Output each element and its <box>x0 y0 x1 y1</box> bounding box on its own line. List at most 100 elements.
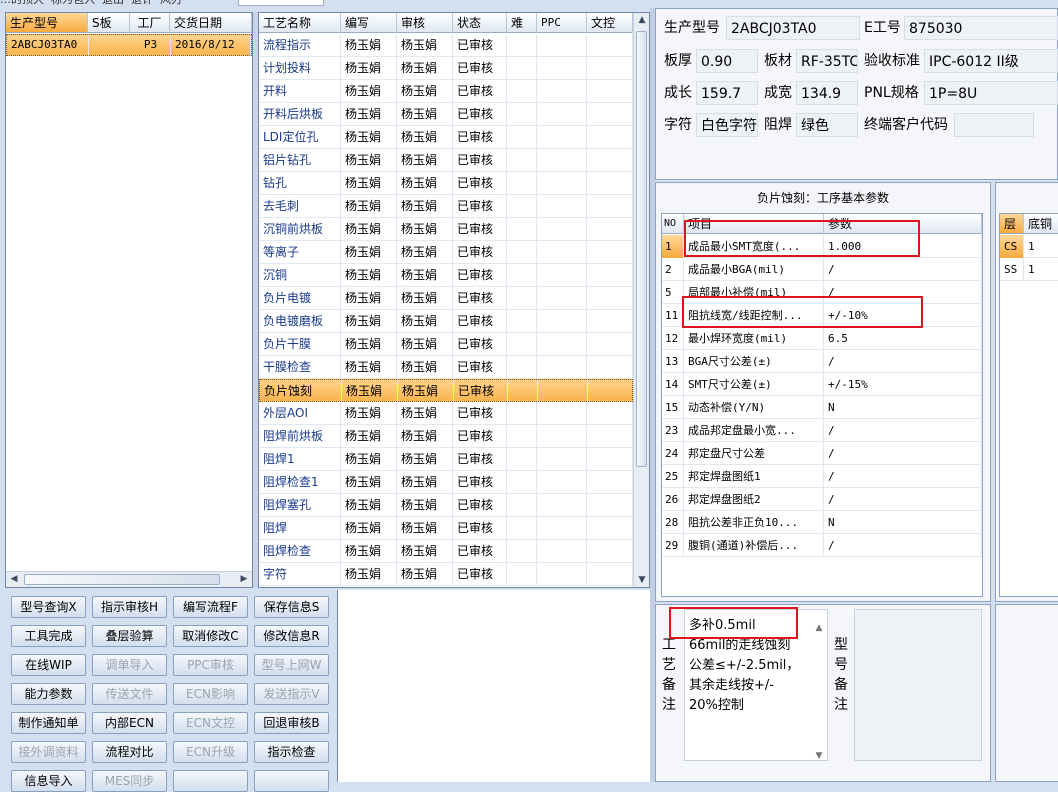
table-row[interactable]: 干膜检查 杨玉娟 杨玉娟 已审核 <box>259 356 633 379</box>
scroll-up-icon[interactable]: ▲ <box>811 618 827 638</box>
table-row[interactable]: 负片蚀刻 杨玉娟 杨玉娟 已审核 <box>259 379 634 403</box>
customer-field[interactable] <box>954 113 1034 137</box>
table-row[interactable]: 负片干膜 杨玉娟 杨玉娟 已审核 <box>259 333 633 356</box>
action-button[interactable]: ECN影响 <box>173 683 248 705</box>
col-header-layer[interactable]: 层 <box>1000 214 1024 234</box>
table-row[interactable]: 负电镀磨板 杨玉娟 杨玉娟 已审核 <box>259 310 633 333</box>
table-row[interactable]: 去毛刺 杨玉娟 杨玉娟 已审核 <box>259 195 633 218</box>
action-button[interactable]: PPC审核 <box>173 654 248 676</box>
action-button[interactable]: 取消修改C <box>173 625 248 647</box>
table-row[interactable]: 2 成品最小BGA(mil) / <box>662 258 982 281</box>
scroll-right-icon[interactable]: ▶ <box>236 574 252 584</box>
orders-hscrollbar[interactable]: ◀ ▶ <box>6 571 252 587</box>
table-row[interactable]: 29 腹铜(通道)补偿后... / <box>662 534 982 557</box>
table-row[interactable]: 15 动态补偿(Y/N) N <box>662 396 982 419</box>
e-field[interactable]: 875030 <box>904 16 1058 40</box>
table-row[interactable]: 阻焊1 杨玉娟 杨玉娟 已审核 <box>259 448 633 471</box>
table-row[interactable]: 流程指示 杨玉娟 杨玉娟 已审核 <box>259 34 633 57</box>
action-button[interactable]: 叠层验算 <box>92 625 167 647</box>
process-vscrollbar[interactable]: ▲ ▼ <box>633 13 649 587</box>
scroll-thumb[interactable] <box>636 31 647 467</box>
col-header-s[interactable]: S板 <box>88 13 130 33</box>
action-button[interactable]: 信息导入 <box>11 770 86 792</box>
table-row[interactable]: 字符 杨玉娟 杨玉娟 已审核 <box>259 563 633 586</box>
action-button[interactable]: 型号查询X <box>11 596 86 618</box>
table-row[interactable]: 24 邦定盘尺寸公差 / <box>662 442 982 465</box>
model-field[interactable]: 2ABCJ03TA0 <box>726 16 860 40</box>
table-row[interactable]: 14 SMT尺寸公差(±) +/-15% <box>662 373 982 396</box>
col-header-factory[interactable]: 工厂 <box>130 13 170 33</box>
table-row[interactable]: 开料后烘板 杨玉娟 杨玉娟 已审核 <box>259 103 633 126</box>
action-button[interactable]: 指示检查 <box>254 741 329 763</box>
table-row[interactable]: 13 BGA尺寸公差(±) / <box>662 350 982 373</box>
scroll-down-icon[interactable]: ▼ <box>634 575 649 585</box>
col-header-process[interactable]: 工艺名称 <box>259 13 341 33</box>
length-field[interactable]: 159.7 <box>696 81 758 105</box>
thickness-field[interactable]: 0.90 <box>696 49 758 73</box>
table-row[interactable]: 2ABCJ03TA0 P3 2016/8/12 <box>6 34 252 56</box>
table-row[interactable]: 12 最小焊环宽度(mil) 6.5 <box>662 327 982 350</box>
action-button[interactable]: 指示审核H <box>92 596 167 618</box>
col-header-difficulty[interactable]: 难 <box>507 13 537 33</box>
action-button[interactable]: 能力参数 <box>11 683 86 705</box>
action-button[interactable]: ECN升级 <box>173 741 248 763</box>
action-button[interactable]: 发送指示V <box>254 683 329 705</box>
table-row[interactable]: 沉铜前烘板 杨玉娟 杨玉娟 已审核 <box>259 218 633 241</box>
col-header-writer[interactable]: 编写 <box>341 13 397 33</box>
action-button[interactable]: 修改信息R <box>254 625 329 647</box>
action-button[interactable]: 型号上网W <box>254 654 329 676</box>
action-button[interactable] <box>173 770 248 792</box>
action-button[interactable]: 编写流程F <box>173 596 248 618</box>
table-row[interactable]: 计划投料 杨玉娟 杨玉娟 已审核 <box>259 57 633 80</box>
action-button[interactable]: 接外调资料 <box>11 741 86 763</box>
action-button[interactable]: 调单导入 <box>92 654 167 676</box>
scroll-up-icon[interactable]: ▲ <box>634 15 649 25</box>
action-button[interactable]: 在线WIP <box>11 654 86 676</box>
table-row[interactable]: 外层AOI 杨玉娟 杨玉娟 已审核 <box>259 402 633 425</box>
scroll-left-icon[interactable]: ◀ <box>6 574 22 584</box>
table-row[interactable]: 25 邦定焊盘图纸1/ <box>662 465 982 488</box>
width-field[interactable]: 134.9 <box>796 81 858 105</box>
table-row[interactable]: 铝片钻孔 杨玉娟 杨玉娟 已审核 <box>259 149 633 172</box>
pnl-field[interactable]: 1P=8U <box>924 81 1058 105</box>
table-row[interactable]: 负片电镀 杨玉娟 杨玉娟 已审核 <box>259 287 633 310</box>
mask-field[interactable]: 绿色 <box>796 113 858 137</box>
col-header-reviewer[interactable]: 审核 <box>397 13 453 33</box>
action-button[interactable] <box>254 770 329 792</box>
action-button[interactable]: 传送文件 <box>92 683 167 705</box>
table-row[interactable]: 26 邦定焊盘图纸2/ <box>662 488 982 511</box>
scroll-down-icon[interactable]: ▼ <box>811 746 827 766</box>
col-header-date[interactable]: 交货日期 <box>170 13 252 33</box>
col-header-copper[interactable]: 底铜 <box>1024 214 1058 234</box>
col-header-status[interactable]: 状态 <box>453 13 507 33</box>
scroll-thumb[interactable] <box>24 574 220 585</box>
table-row[interactable]: 阻焊检查1 杨玉娟 杨玉娟 已审核 <box>259 471 633 494</box>
table-row[interactable]: 开料 杨玉娟 杨玉娟 已审核 <box>259 80 633 103</box>
col-header-no[interactable]: NO <box>662 214 684 234</box>
table-row[interactable]: 28 阻抗公差非正负10... N <box>662 511 982 534</box>
table-row[interactable]: CS 1 <box>1000 235 1058 258</box>
col-header-ppc[interactable]: PPC <box>537 13 587 33</box>
table-row[interactable]: LDI定位孔 杨玉娟 杨玉娟 已审核 <box>259 126 633 149</box>
table-row[interactable]: 沉铜 杨玉娟 杨玉娟 已审核 <box>259 264 633 287</box>
standard-field[interactable]: IPC-6012 II级 <box>924 49 1058 73</box>
table-row[interactable]: 阻焊塞孔 杨玉娟 杨玉娟 已审核 <box>259 494 633 517</box>
action-button[interactable]: 内部ECN <box>92 712 167 734</box>
col-header-model[interactable]: 生产型号 <box>6 13 88 33</box>
table-row[interactable]: 23 成品邦定盘最小宽... / <box>662 419 982 442</box>
table-row[interactable]: 阻焊前烘板 杨玉娟 杨玉娟 已审核 <box>259 425 633 448</box>
model-remark-text[interactable] <box>854 609 982 761</box>
action-button[interactable]: 流程对比 <box>92 741 167 763</box>
table-row[interactable]: SS 1 <box>1000 258 1058 281</box>
col-header-doc[interactable]: 文控 <box>587 13 633 33</box>
table-row[interactable]: 钻孔 杨玉娟 杨玉娟 已审核 <box>259 172 633 195</box>
table-row[interactable]: 等离子 杨玉娟 杨玉娟 已审核 <box>259 241 633 264</box>
table-row[interactable]: 阻焊 杨玉娟 杨玉娟 已审核 <box>259 517 633 540</box>
action-button[interactable]: 保存信息S <box>254 596 329 618</box>
action-button[interactable]: 回退审核B <box>254 712 329 734</box>
char-field[interactable]: 白色字符 <box>696 113 758 137</box>
action-button[interactable]: 工具完成 <box>11 625 86 647</box>
table-row[interactable]: 阻焊检查 杨玉娟 杨玉娟 已审核 <box>259 540 633 563</box>
action-button[interactable]: ECN文控 <box>173 712 248 734</box>
top-search-field[interactable] <box>238 0 324 6</box>
